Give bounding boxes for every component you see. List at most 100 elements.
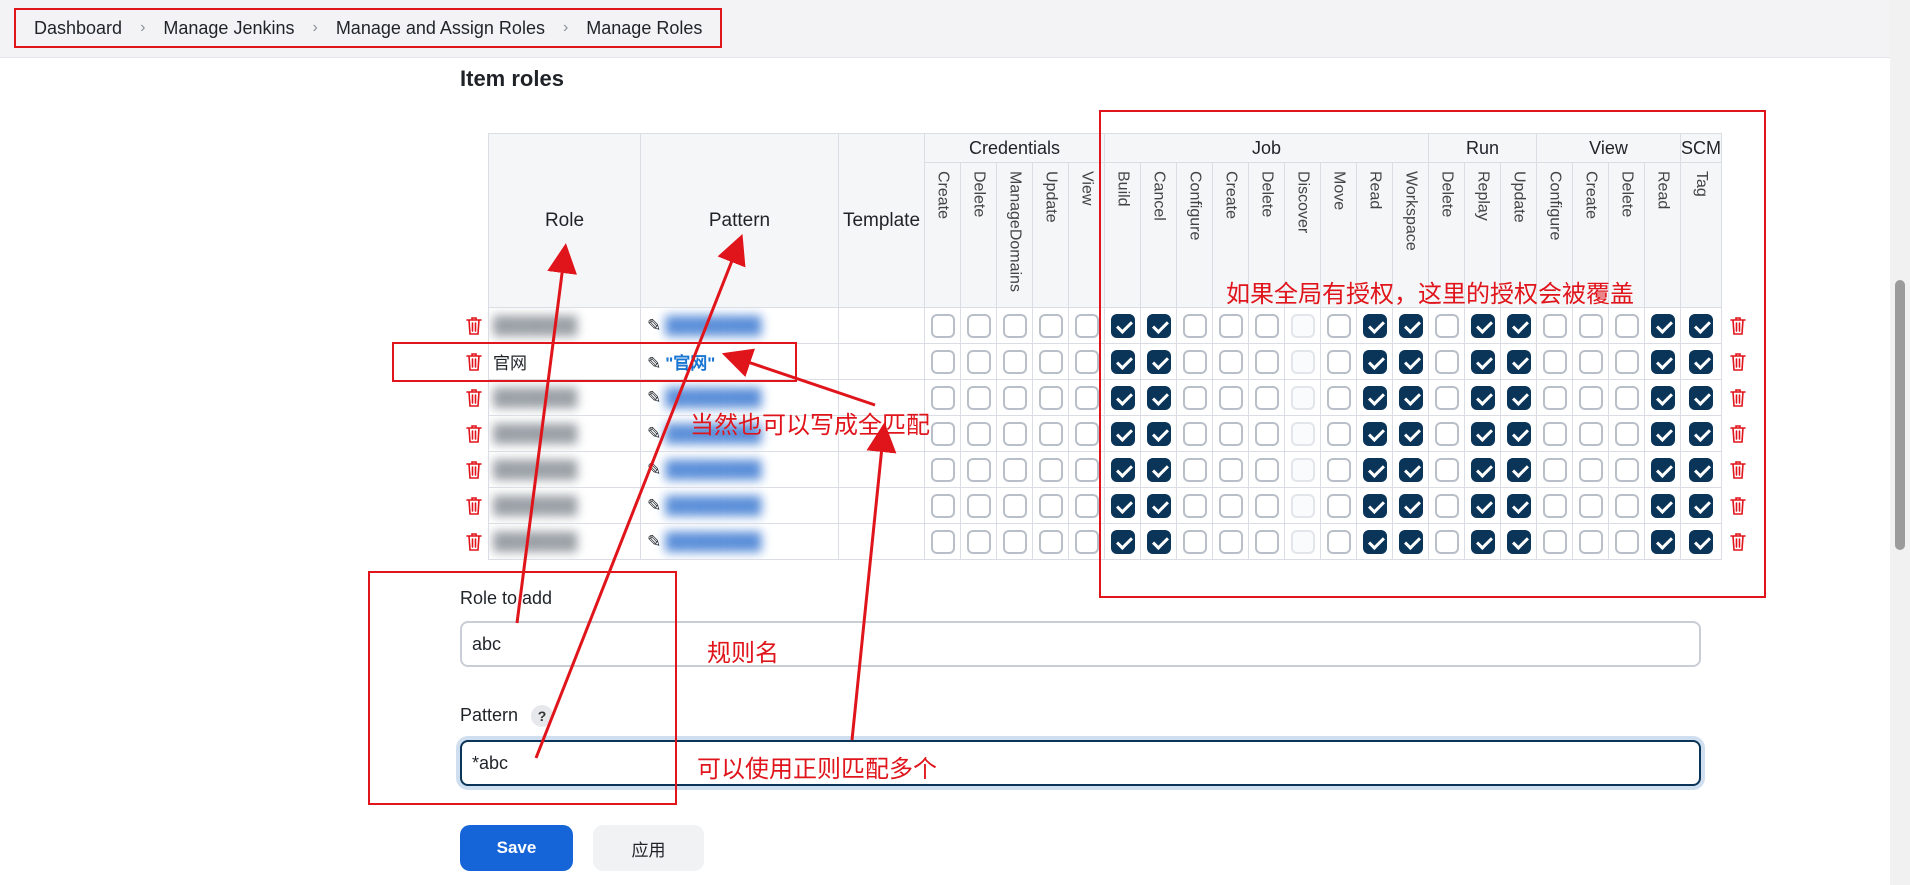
permission-checkbox[interactable] bbox=[966, 313, 991, 338]
permission-cell bbox=[996, 487, 1033, 524]
pencil-icon[interactable]: ✎ bbox=[647, 316, 661, 336]
breadcrumb-manage-assign-roles[interactable]: Manage and Assign Roles bbox=[328, 18, 553, 39]
permission-checkbox[interactable] bbox=[1038, 349, 1063, 374]
permission-cell bbox=[1032, 379, 1069, 416]
permission-checkbox[interactable] bbox=[1038, 421, 1063, 446]
annotation-full-match-note: 当然也可以写成全匹配 bbox=[690, 412, 930, 439]
permission-header-label: View bbox=[1078, 171, 1096, 206]
permission-checkbox[interactable] bbox=[966, 385, 991, 410]
permission-cell bbox=[960, 487, 997, 524]
pencil-icon[interactable]: ✎ bbox=[647, 388, 661, 408]
pattern-column-header: Pattern bbox=[640, 133, 839, 308]
obscured-role: ███████ bbox=[493, 315, 578, 335]
role-cell: ███████ bbox=[488, 523, 641, 560]
permission-checkbox[interactable] bbox=[930, 421, 955, 446]
trash-icon[interactable] bbox=[466, 460, 482, 479]
permission-checkbox[interactable] bbox=[966, 421, 991, 446]
permission-checkbox[interactable] bbox=[1002, 385, 1027, 410]
template-column-header: Template bbox=[838, 133, 925, 308]
annotation-override-note: 如果全局有授权，这里的授权会被覆盖 bbox=[1226, 281, 1634, 308]
trash-icon[interactable] bbox=[466, 496, 482, 515]
permission-checkbox[interactable] bbox=[1038, 493, 1063, 518]
trash-icon[interactable] bbox=[466, 316, 482, 335]
permission-checkbox[interactable] bbox=[1038, 529, 1063, 554]
permission-checkbox[interactable] bbox=[930, 349, 955, 374]
chevron-right-icon: › bbox=[562, 19, 569, 36]
breadcrumb-dashboard[interactable]: Dashboard bbox=[26, 18, 130, 39]
save-button[interactable]: Save bbox=[460, 825, 573, 871]
annotation-regex-note: 可以使用正则匹配多个 bbox=[697, 756, 937, 783]
permission-checkbox[interactable] bbox=[930, 385, 955, 410]
permission-checkbox[interactable] bbox=[1002, 349, 1027, 374]
pattern-cell: ✎ ████████ bbox=[640, 307, 839, 344]
obscured-role: ███████ bbox=[493, 459, 578, 479]
pencil-icon[interactable]: ✎ bbox=[647, 496, 661, 516]
role-cell: ███████ bbox=[488, 451, 641, 488]
permission-checkbox[interactable] bbox=[1002, 313, 1027, 338]
permission-checkbox[interactable] bbox=[966, 457, 991, 482]
role-cell: ███████ bbox=[488, 379, 641, 416]
permission-cell bbox=[960, 343, 997, 380]
breadcrumb-manage-roles[interactable]: Manage Roles bbox=[578, 18, 710, 39]
permission-cell bbox=[1032, 343, 1069, 380]
permission-checkbox[interactable] bbox=[1074, 529, 1099, 554]
permission-checkbox[interactable] bbox=[1038, 313, 1063, 338]
permission-checkbox[interactable] bbox=[930, 493, 955, 518]
trash-icon[interactable] bbox=[466, 532, 482, 551]
permission-header-label: ManageDomains bbox=[1006, 171, 1024, 292]
pencil-icon[interactable]: ✎ bbox=[647, 532, 661, 552]
vertical-scrollbar[interactable] bbox=[1890, 0, 1910, 885]
permission-checkbox[interactable] bbox=[930, 457, 955, 482]
template-cell bbox=[838, 523, 925, 560]
obscured-pattern[interactable]: ████████ bbox=[665, 532, 761, 551]
breadcrumb-manage-jenkins[interactable]: Manage Jenkins bbox=[155, 18, 302, 39]
permission-checkbox[interactable] bbox=[1074, 421, 1099, 446]
permission-header: Delete bbox=[960, 162, 997, 308]
permission-checkbox[interactable] bbox=[930, 529, 955, 554]
annotation-box-row bbox=[392, 342, 797, 382]
chevron-right-icon: › bbox=[312, 19, 318, 36]
permission-checkbox[interactable] bbox=[1038, 385, 1063, 410]
trash-icon[interactable] bbox=[466, 388, 482, 407]
permission-checkbox[interactable] bbox=[1074, 457, 1099, 482]
obscured-pattern[interactable]: ████████ bbox=[665, 388, 761, 407]
permission-checkbox[interactable] bbox=[1002, 421, 1027, 446]
permission-checkbox[interactable] bbox=[1002, 493, 1027, 518]
template-cell bbox=[838, 343, 925, 380]
obscured-pattern[interactable]: ████████ bbox=[665, 316, 761, 335]
permission-cell bbox=[996, 415, 1033, 452]
permission-checkbox[interactable] bbox=[1074, 313, 1099, 338]
pattern-cell: ✎ ████████ bbox=[640, 523, 839, 560]
pencil-icon[interactable]: ✎ bbox=[647, 424, 661, 444]
permission-cell bbox=[996, 307, 1033, 344]
obscured-pattern[interactable]: ████████ bbox=[665, 496, 761, 515]
permission-cell bbox=[996, 523, 1033, 560]
permission-header-label: Update bbox=[1042, 171, 1060, 223]
permission-checkbox[interactable] bbox=[966, 493, 991, 518]
permission-checkbox[interactable] bbox=[1038, 457, 1063, 482]
annotation-box-permissions bbox=[1099, 110, 1766, 598]
permission-cell bbox=[960, 307, 997, 344]
permission-cell bbox=[996, 343, 1033, 380]
permission-checkbox[interactable] bbox=[966, 349, 991, 374]
permission-checkbox[interactable] bbox=[1002, 529, 1027, 554]
permission-checkbox[interactable] bbox=[930, 313, 955, 338]
apply-button[interactable]: 应用 bbox=[593, 825, 704, 871]
permission-cell bbox=[960, 523, 997, 560]
permission-header: Create bbox=[924, 162, 961, 308]
permission-checkbox[interactable] bbox=[1002, 457, 1027, 482]
permission-header: Update bbox=[1032, 162, 1069, 308]
permission-checkbox[interactable] bbox=[966, 529, 991, 554]
obscured-pattern[interactable]: ████████ bbox=[665, 460, 761, 479]
permission-cell bbox=[1032, 487, 1069, 524]
permission-cell bbox=[960, 379, 997, 416]
obscured-role: ███████ bbox=[493, 423, 578, 443]
permission-cell bbox=[1032, 451, 1069, 488]
trash-icon[interactable] bbox=[466, 424, 482, 443]
scrollbar-thumb[interactable] bbox=[1895, 280, 1905, 550]
pattern-cell: ✎ ████████ bbox=[640, 451, 839, 488]
permission-checkbox[interactable] bbox=[1074, 493, 1099, 518]
permission-checkbox[interactable] bbox=[1074, 349, 1099, 374]
permission-checkbox[interactable] bbox=[1074, 385, 1099, 410]
pencil-icon[interactable]: ✎ bbox=[647, 460, 661, 480]
